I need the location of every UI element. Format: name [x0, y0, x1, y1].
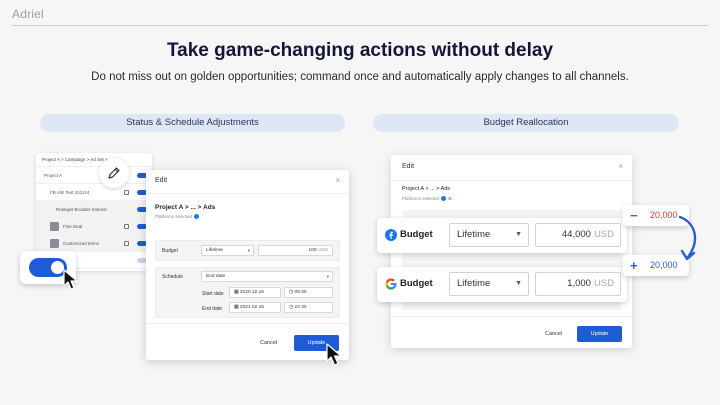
start-date-input[interactable]: ▦ 2020.12.15	[229, 287, 281, 298]
row-label: Project A	[44, 173, 63, 178]
row-label: Customized Items	[63, 241, 100, 246]
chevron-down-icon: ▾	[247, 248, 250, 253]
schedule-select[interactable]: End date ▾	[201, 271, 333, 282]
row-label: Fine Deal	[63, 224, 83, 229]
brand-logo: Adriel	[12, 7, 44, 21]
cancel-button[interactable]: Cancel	[545, 331, 562, 337]
table-breadcrumb: Project A > Campaign > Ad Set > ...	[36, 153, 152, 167]
modal-title: Edit	[155, 177, 168, 184]
modal-footer: Cancel Update	[146, 323, 349, 360]
budget-amount-input[interactable]: 1,000 USD	[535, 272, 621, 296]
schedule-group: Schedule End date ▾ Start date ▦ 2020.12.…	[155, 267, 340, 318]
update-button[interactable]: Update	[577, 326, 622, 342]
budget-label: Budget	[162, 248, 178, 254]
close-icon[interactable]: ×	[335, 176, 340, 185]
chevron-down-icon: ▼	[515, 231, 522, 238]
external-link-icon[interactable]	[124, 190, 129, 195]
table-row[interactable]: FB A/B Test 201124	[36, 184, 152, 201]
schedule-label: Schedule	[162, 274, 183, 280]
edit-pencil-button[interactable]	[99, 158, 129, 188]
platforms-selected: Platforms selected	[155, 214, 200, 220]
row-label: FB A/B Test 201124	[50, 190, 90, 195]
google-icon	[385, 278, 397, 290]
increase-amount: 20,000	[650, 260, 678, 270]
external-link-icon[interactable]	[124, 224, 129, 229]
end-date-input[interactable]: ▦ 2021.02.15	[229, 302, 281, 313]
budget-label: Budget	[400, 229, 433, 240]
close-icon[interactable]: ×	[618, 162, 623, 171]
table-row[interactable]: Customized Items	[36, 235, 152, 252]
modal-breadcrumb: Project A > ... > Ads	[155, 204, 216, 211]
end-time-input[interactable]: ◷ 22:30	[284, 302, 333, 313]
ad-thumbnail	[50, 222, 59, 231]
budget-type-select[interactable]: Lifetime ▼	[449, 272, 529, 296]
pencil-icon	[108, 167, 120, 179]
external-link-icon[interactable]	[124, 241, 129, 246]
modal-title: Edit	[402, 163, 415, 170]
facebook-budget-row: Budget Lifetime ▼ 44,000 USD	[377, 218, 627, 253]
modal-header: Edit ×	[391, 155, 632, 181]
budget-label: Budget	[400, 278, 433, 289]
chevron-down-icon: ▾	[326, 274, 329, 279]
budget-amount-input[interactable]: 44,000 USD	[535, 223, 621, 247]
clock-icon: ◷	[289, 290, 294, 295]
table-row[interactable]: Retarget Broader Interest	[36, 201, 152, 218]
budget-type-select[interactable]: Lifetime ▾	[201, 245, 254, 256]
status-toggle[interactable]	[29, 258, 67, 277]
facebook-icon	[194, 214, 200, 220]
page-headline: Take game-changing actions without delay	[166, 40, 554, 61]
table-row[interactable]: Project A	[36, 167, 152, 184]
modal-breadcrumb: Project A > ... > Ads	[402, 186, 451, 192]
section-pill-budget: Budget Reallocation	[373, 114, 679, 132]
plus-icon: +	[630, 258, 638, 273]
start-time-input[interactable]: ◷ 08:30	[284, 287, 333, 298]
google-icon: G	[448, 196, 452, 201]
budget-amount-input[interactable]: 100 USD	[258, 245, 333, 256]
chevron-down-icon: ▼	[515, 280, 522, 287]
page-subline: Do not miss out on golden opportunities;…	[91, 71, 629, 83]
cancel-button[interactable]: Cancel	[260, 340, 277, 346]
calendar-icon: ▦	[234, 290, 239, 295]
start-date-label: Start date	[202, 291, 224, 297]
table-row[interactable]: Fine Deal	[36, 218, 152, 235]
modal-header: Edit ×	[146, 170, 349, 194]
decrease-amount: 20,000	[650, 210, 678, 220]
google-budget-row: Budget Lifetime ▼ 1,000 USD	[377, 267, 627, 302]
minus-icon: −	[630, 208, 638, 223]
mouse-cursor-icon	[63, 269, 78, 290]
platforms-selected: Platforms selected G	[402, 196, 452, 202]
ad-thumbnail	[50, 239, 59, 248]
modal-footer: Cancel Update	[391, 316, 632, 348]
row-label: Retarget Broader Interest	[56, 207, 107, 212]
budget-group: Budget Lifetime ▾ 100 USD	[155, 240, 340, 261]
header-divider	[12, 25, 708, 26]
curved-arrow-icon	[678, 215, 697, 261]
clock-icon: ◷	[289, 305, 294, 310]
mouse-cursor-icon	[326, 343, 342, 366]
facebook-icon	[385, 229, 397, 241]
budget-type-select[interactable]: Lifetime ▼	[449, 223, 529, 247]
edit-modal-status: Edit × Project A > ... > Ads Platforms s…	[146, 170, 349, 360]
section-pill-status-schedule: Status & Schedule Adjustments	[40, 114, 345, 132]
facebook-icon	[441, 196, 447, 202]
calendar-icon: ▦	[234, 305, 239, 310]
end-date-label: End date	[202, 306, 223, 312]
